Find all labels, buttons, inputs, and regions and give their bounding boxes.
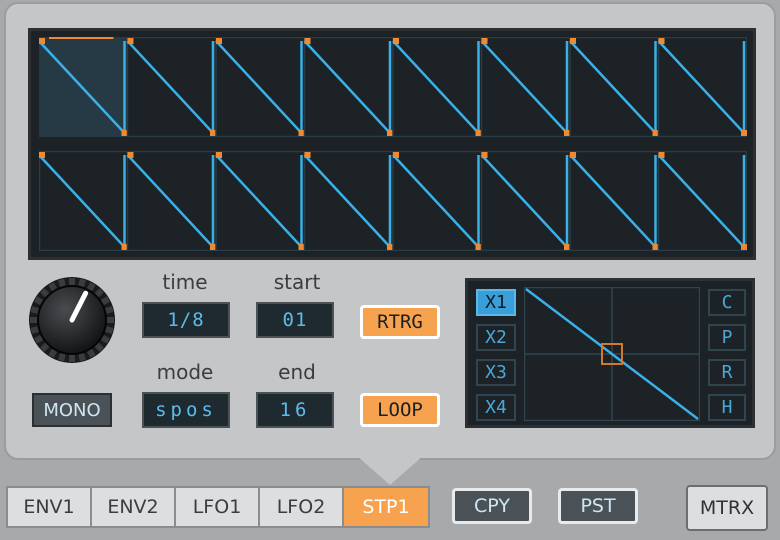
step-start-node — [127, 38, 134, 44]
module-tabs: ENV1 ENV2 LFO1 LFO2 STP1 — [6, 486, 430, 528]
mode-label: mode — [156, 360, 214, 384]
tab-env1[interactable]: ENV1 — [8, 488, 92, 526]
step-lane-1[interactable] — [39, 37, 747, 137]
step-end-node — [564, 244, 570, 250]
step-ramp — [303, 154, 391, 248]
mode-display[interactable]: spos — [142, 392, 230, 428]
time-label: time — [162, 270, 208, 294]
step-start-node — [39, 38, 45, 44]
step-end-node — [564, 130, 570, 136]
tab-lfo1[interactable]: LFO1 — [176, 488, 260, 526]
step-end-node — [741, 130, 747, 136]
step-ramp — [215, 154, 303, 248]
p-button[interactable]: P — [708, 324, 746, 351]
x4-button[interactable]: X4 — [476, 394, 516, 421]
step-end-node — [741, 244, 747, 250]
step-lane-1-graph[interactable] — [39, 37, 747, 137]
matrix-button[interactable]: MTRX — [686, 485, 768, 531]
step-ramp — [569, 154, 657, 248]
step-ramp — [657, 40, 745, 134]
step-end-node — [475, 244, 482, 250]
step-start-node — [216, 152, 222, 158]
step-ramp — [657, 154, 745, 248]
step-end-node — [475, 130, 482, 136]
step-end-node — [121, 130, 128, 136]
step-start-node — [481, 38, 488, 44]
step-end-node — [298, 244, 305, 250]
tab-lfo2[interactable]: LFO2 — [260, 488, 344, 526]
tab-env2[interactable]: ENV2 — [92, 488, 176, 526]
time-display[interactable]: 1/8 — [142, 302, 230, 338]
step-ramp — [126, 154, 214, 248]
step-display — [28, 28, 756, 260]
end-display[interactable]: 16 — [256, 392, 334, 428]
step-start-node — [304, 152, 311, 158]
start-display[interactable]: 01 — [256, 302, 334, 338]
paste-button[interactable]: PST — [558, 488, 638, 524]
r-button[interactable]: R — [708, 359, 746, 386]
step-lane-2-graph[interactable] — [39, 151, 747, 251]
c-button[interactable]: C — [708, 289, 746, 316]
rate-knob[interactable] — [28, 276, 116, 364]
h-button[interactable]: H — [708, 394, 746, 421]
step-ramp — [126, 40, 214, 134]
loop-button[interactable]: LOOP — [360, 393, 440, 427]
step-ramp — [480, 154, 568, 248]
step-end-node — [121, 244, 128, 250]
step-start-node — [39, 152, 45, 158]
step-ramp — [215, 40, 303, 134]
step-start-node — [216, 38, 222, 44]
step-ramp — [39, 154, 126, 248]
end-label: end — [278, 360, 316, 384]
step-end-node — [210, 130, 216, 136]
step-ramp — [569, 40, 657, 134]
x1-button[interactable]: X1 — [476, 289, 516, 316]
retrigger-button[interactable]: RTRG — [360, 305, 440, 339]
step-start-node — [304, 38, 311, 44]
x3-button[interactable]: X3 — [476, 359, 516, 386]
step-start-node — [658, 152, 665, 158]
step-end-node — [387, 130, 393, 136]
step-end-node — [652, 244, 659, 250]
step-ramp — [303, 40, 391, 134]
step-end-node — [210, 244, 216, 250]
x2-button[interactable]: X2 — [476, 324, 516, 351]
step-ramp — [392, 154, 480, 248]
step-start-node — [570, 38, 576, 44]
copy-button[interactable]: CPY — [452, 488, 532, 524]
step-end-node — [387, 244, 393, 250]
mono-button[interactable]: MONO — [32, 393, 112, 427]
step-start-node — [393, 152, 399, 158]
mod-matrix-display: X1 X2 X3 X4 C P R H — [465, 278, 755, 428]
curve-preview[interactable] — [524, 287, 700, 421]
step-end-node — [652, 130, 659, 136]
step-start-node — [481, 152, 488, 158]
panel-pointer — [356, 455, 424, 485]
knob-icon[interactable] — [28, 276, 116, 364]
start-label: start — [273, 270, 321, 294]
step-ramp — [480, 40, 568, 134]
step-ramp — [392, 40, 480, 134]
step-start-node — [127, 152, 134, 158]
step-start-node — [658, 38, 665, 44]
tab-stp1[interactable]: STP1 — [344, 488, 428, 526]
step-end-node — [298, 130, 305, 136]
step-start-node — [570, 152, 576, 158]
step-lane-2[interactable] — [39, 151, 747, 251]
step-start-node — [393, 38, 399, 44]
